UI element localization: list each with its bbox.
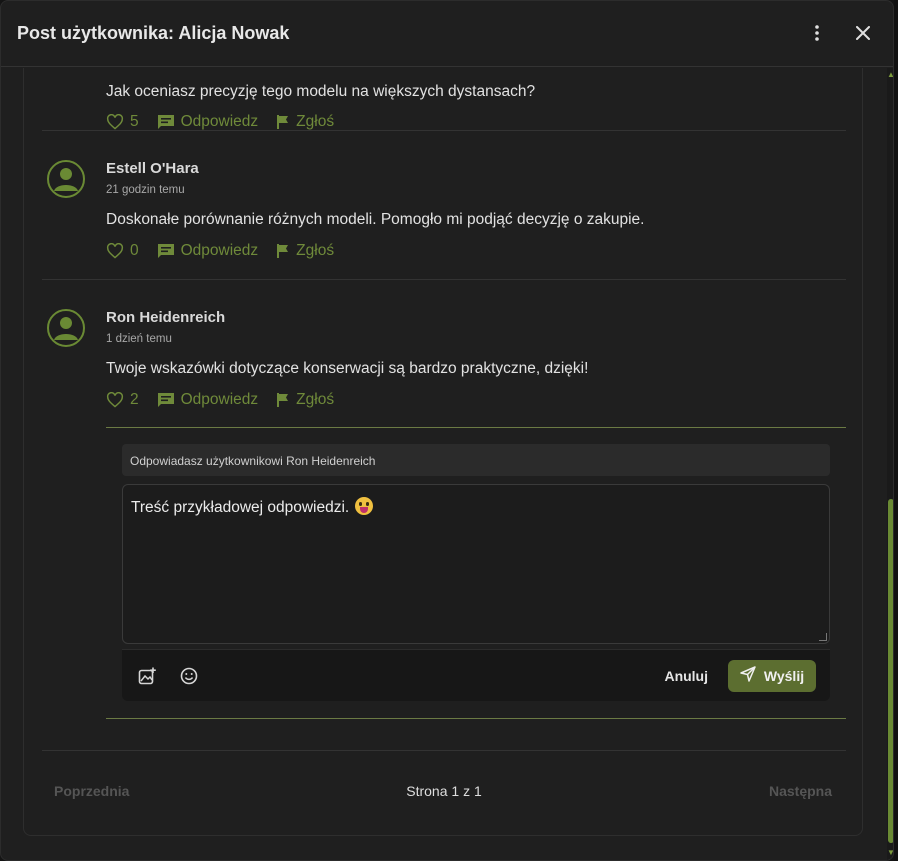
reply-label: Odpowiedz: [180, 391, 259, 408]
comment-icon: [157, 392, 175, 408]
scroll-down-arrow-icon[interactable]: ▼: [887, 849, 893, 857]
emoji-picker-icon[interactable]: [178, 665, 200, 687]
like-count: 0: [130, 242, 139, 259]
post-modal: Post użytkownika: Alicja Nowak Jak oceni…: [0, 0, 894, 861]
reply-button[interactable]: Odpowiedz: [157, 391, 259, 409]
comment-time: 21 godzin temu: [106, 184, 185, 196]
comment-author[interactable]: Ron Heidenreich: [106, 309, 225, 326]
scroll-up-arrow-icon[interactable]: ▲: [887, 71, 893, 79]
cancel-button[interactable]: Anuluj: [664, 668, 708, 684]
reply-text-value: Treść przykładowej odpowiedzi.: [131, 499, 350, 516]
heart-icon: [106, 114, 124, 130]
next-page-button[interactable]: Następna: [769, 783, 832, 799]
reply-toolbar: Anuluj Wyślij: [122, 649, 830, 701]
reply-textarea[interactable]: Treść przykładowej odpowiedzi.: [122, 484, 830, 644]
comment-actions: 2 Odpowiedz Zgłoś: [106, 391, 352, 409]
comment-time: 1 dzień temu: [106, 333, 172, 345]
comment-icon: [157, 243, 175, 259]
send-label: Wyślij: [763, 667, 805, 684]
flag-icon: [276, 392, 290, 408]
resize-handle[interactable]: [819, 633, 827, 641]
avatar: [46, 308, 86, 348]
report-button[interactable]: Zgłoś: [276, 242, 334, 260]
send-button[interactable]: Wyślij: [728, 659, 816, 692]
avatar: [46, 159, 86, 199]
reply-label: Odpowiedz: [180, 113, 259, 130]
comment-text: Jak oceniasz precyzję tego modelu na wię…: [106, 83, 536, 100]
comment-divider: [42, 130, 846, 131]
reply-button[interactable]: Odpowiedz: [157, 242, 259, 260]
replying-to-label: Odpowiadasz użytkownikowi Ron Heidenreic…: [122, 444, 830, 476]
comment-text: Doskonałe porównanie różnych modeli. Pom…: [106, 211, 645, 228]
header-actions: [805, 21, 875, 45]
comment-divider: [42, 279, 846, 280]
add-image-icon[interactable]: [136, 665, 158, 687]
like-button[interactable]: 2: [106, 391, 139, 409]
more-vertical-icon[interactable]: [805, 21, 829, 45]
comment-author[interactable]: Estell O'Hara: [106, 160, 199, 177]
like-button[interactable]: 5: [106, 113, 139, 131]
like-button[interactable]: 0: [106, 242, 139, 260]
reply-form-top-border: [106, 427, 846, 428]
reply-form-bottom-border: [106, 718, 846, 719]
report-label: Zgłoś: [296, 391, 335, 408]
page-backdrop: [894, 0, 898, 861]
comment-icon: [157, 114, 175, 130]
comment-actions: 0 Odpowiedz Zgłoś: [106, 242, 352, 260]
reply-button[interactable]: Odpowiedz: [157, 113, 259, 131]
report-button[interactable]: Zgłoś: [276, 113, 334, 131]
report-button[interactable]: Zgłoś: [276, 391, 334, 409]
heart-icon: [106, 243, 124, 259]
modal-header: Post użytkownika: Alicja Nowak: [1, 1, 893, 67]
like-count: 2: [130, 391, 139, 408]
heart-icon: [106, 392, 124, 408]
comment-actions: 5 Odpowiedz Zgłoś: [106, 113, 352, 131]
flag-icon: [276, 114, 290, 130]
modal-title: Post użytkownika: Alicja Nowak: [17, 23, 290, 43]
flag-icon: [276, 243, 290, 259]
reply-label: Odpowiedz: [180, 242, 259, 259]
report-label: Zgłoś: [296, 242, 335, 259]
comment-text: Twoje wskazówki dotyczące konserwacji są…: [106, 360, 589, 377]
report-label: Zgłoś: [296, 113, 335, 130]
page-indicator: Strona 1 z 1: [406, 783, 482, 799]
send-icon: [740, 666, 756, 685]
pagination-divider: [42, 750, 846, 751]
zany-face-emoji: [355, 497, 374, 515]
close-icon[interactable]: [851, 21, 875, 45]
like-count: 5: [130, 113, 139, 130]
comments-card: Jak oceniasz precyzję tego modelu na wię…: [23, 68, 863, 836]
comments-scroll-area[interactable]: Jak oceniasz precyzję tego modelu na wię…: [1, 68, 887, 860]
